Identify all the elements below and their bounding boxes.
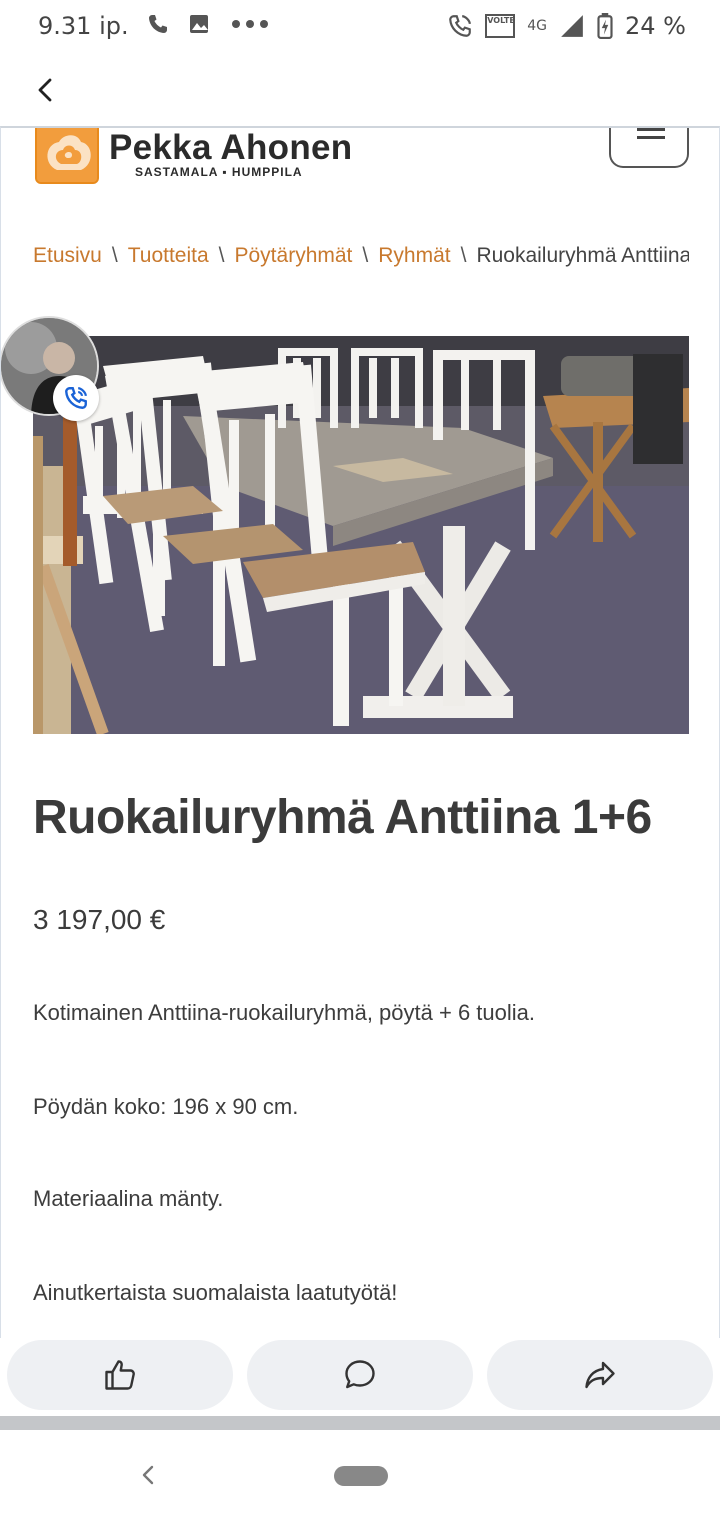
call-button[interactable] [53,375,99,421]
web-content: Pekka Ahonen SASTAMALA ▪ HUMPPILA Etusiv… [0,126,720,1338]
like-button[interactable] [7,1340,233,1410]
volte-label: VOLTE [487,16,515,25]
share-icon [585,1361,615,1389]
breadcrumb-link-groups[interactable]: Ryhmät [378,244,450,267]
menu-button[interactable] [609,128,689,168]
back-arrow-icon[interactable] [32,76,60,104]
share-button[interactable] [487,1340,713,1410]
hamburger-menu-icon [637,128,665,131]
site-header: Pekka Ahonen SASTAMALA ▪ HUMPPILA [1,128,719,198]
battery-icon [597,13,613,39]
divider-strip [0,1416,720,1430]
nav-home-pill[interactable] [334,1466,388,1486]
breadcrumb-separator: \ [218,244,225,267]
brand-locations: SASTAMALA ▪ HUMPPILA [135,165,303,179]
product-tagline: Ainutkertaista suomalaista laatutyötä! [33,1280,398,1305]
phone-icon [149,15,167,33]
product-material: Materiaalina mänty. [33,1186,224,1211]
breadcrumb-link-table-groups[interactable]: Pöytäryhmät [235,244,353,267]
app-bar [0,54,720,126]
status-time: 9.31 ip. [38,12,129,40]
phone-call-icon [65,387,87,409]
battery-percent: 24 % [625,12,686,40]
network-type: 4G [527,18,548,34]
more-dots-icon [232,20,268,28]
thumbs-up-icon [105,1360,135,1390]
product-image[interactable] [33,336,689,734]
comment-button[interactable] [247,1340,473,1410]
breadcrumb-separator: \ [362,244,369,267]
breadcrumb-separator: \ [460,244,467,267]
breadcrumb-link-home[interactable]: Etusivu [33,244,102,267]
status-notification-icons [146,12,270,36]
product-size: Pöydän koko: 196 x 90 cm. [33,1094,299,1119]
gallery-icon [190,15,208,33]
breadcrumb-current: Ruokailuryhmä Anttiina 1+6 [476,244,689,267]
system-nav-bar [0,1430,720,1520]
wifi-calling-icon [449,15,472,37]
action-bar [0,1338,720,1416]
volte-badge: VOLTE [485,14,516,38]
nav-back-icon[interactable] [138,1464,160,1486]
brand-logo-icon[interactable] [35,128,99,184]
breadcrumb: Etusivu \ Tuotteita \ Pöytäryhmät \ Ryhmät \ Ruo… [33,244,689,278]
product-title: Ruokailuryhmä Anttiina 1+6 [33,791,652,844]
signal-icon [561,15,583,37]
product-price: 3 197,00 € [33,904,166,935]
breadcrumb-link-products[interactable]: Tuotteita [128,244,209,267]
breadcrumb-separator: \ [111,244,118,267]
hamburger-line [637,136,665,139]
product-description-line: Kotimainen Anttiina-ruokailuryhmä, pöytä… [33,1000,536,1025]
status-bar: 9.31 ip. VOLTE 4G 24 % [0,0,720,54]
brand-name[interactable]: Pekka Ahonen [109,128,353,168]
status-system-icons: VOLTE 4G 24 % [447,12,686,40]
comment-icon [345,1360,375,1389]
